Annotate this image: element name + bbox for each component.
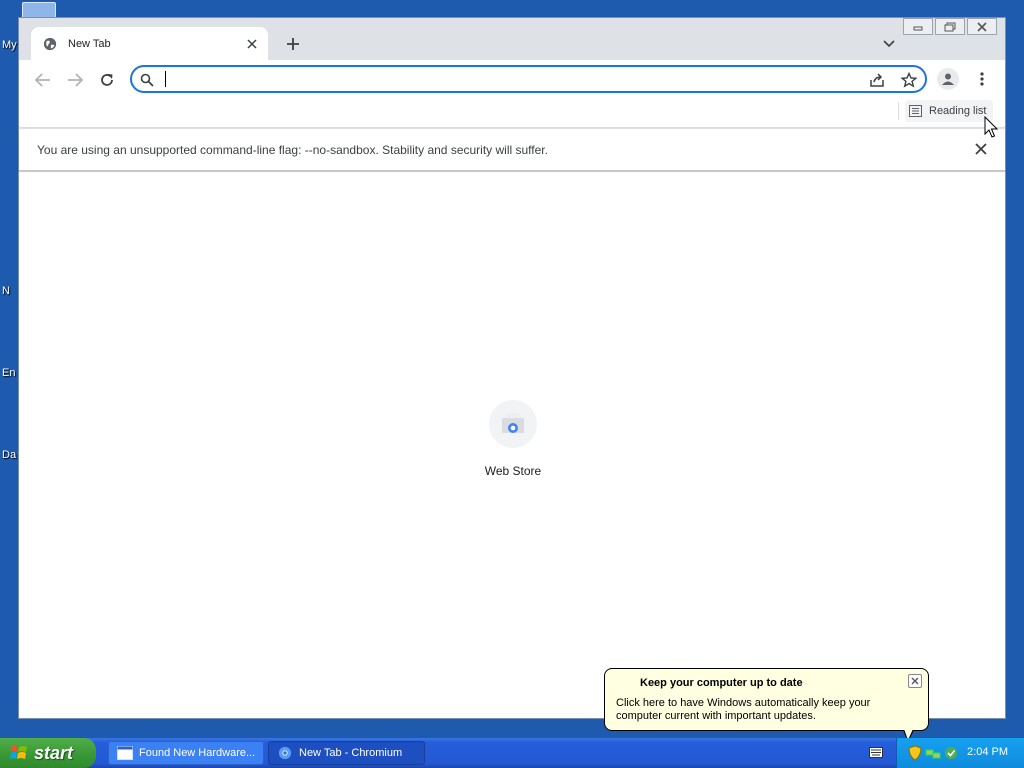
infobar: You are using an unsupported command-lin… <box>19 129 1005 171</box>
omnibox[interactable] <box>130 65 927 93</box>
toolbar <box>19 60 1005 98</box>
reload-icon <box>101 74 113 86</box>
new-tab-page: Web Store <box>19 172 1005 718</box>
chevron-down-icon <box>883 40 895 48</box>
notification-balloon[interactable]: Keep your computer up to date Click here… <box>604 668 929 731</box>
browser-window: New Tab Reading list You are using an un… <box>18 17 1006 719</box>
search-icon <box>140 73 154 87</box>
balloon-title: Keep your computer up to date <box>640 677 803 689</box>
shortcut-label: Web Store <box>484 464 542 478</box>
share-icon <box>870 73 884 87</box>
reload-button[interactable] <box>95 68 119 92</box>
tab-new-tab[interactable]: New Tab <box>31 27 268 60</box>
shortcut-web-store[interactable]: Web Store <box>469 400 557 490</box>
kebab-menu-icon <box>980 72 984 86</box>
taskbar: start Found New Hardware... New Tab - Ch… <box>0 738 1024 768</box>
web-store-icon <box>502 413 524 433</box>
start-button[interactable]: start <box>0 738 96 768</box>
desktop-icon-label[interactable]: My <box>2 39 17 51</box>
window-icon <box>117 746 133 760</box>
network-icon[interactable] <box>925 745 941 761</box>
keyboard-icon[interactable] <box>869 747 883 758</box>
balloon-close-button[interactable] <box>908 674 922 688</box>
security-shield-icon[interactable] <box>907 745 923 761</box>
reading-list-button[interactable]: Reading list <box>905 100 993 122</box>
taskbar-item-label: Found New Hardware... <box>139 747 256 759</box>
tab-close-button[interactable] <box>242 34 262 54</box>
start-label: start <box>34 742 74 763</box>
desktop-icon-label[interactable]: Da <box>2 449 16 461</box>
back-button[interactable] <box>31 68 55 92</box>
mouse-cursor-icon <box>984 116 998 138</box>
taskbar-item-chromium[interactable]: New Tab - Chromium <box>268 741 425 765</box>
chromium-icon <box>278 746 292 760</box>
plus-icon <box>287 38 299 50</box>
tab-strip: New Tab <box>19 18 1005 60</box>
infobar-message: You are using an unsupported command-lin… <box>37 143 548 157</box>
desktop-icon-label[interactable]: N <box>2 285 10 297</box>
close-icon <box>975 143 987 155</box>
text-caret <box>165 71 166 87</box>
menu-button[interactable] <box>973 68 991 90</box>
arrow-left-icon <box>35 73 50 87</box>
bookmarks-bar: Reading list <box>19 98 1005 128</box>
update-icon[interactable] <box>943 745 959 761</box>
tab-search-button[interactable] <box>879 34 899 54</box>
omnibox-input[interactable] <box>162 70 856 90</box>
desktop-icon-label[interactable]: En <box>2 367 15 379</box>
bookmark-star-button[interactable] <box>900 71 918 89</box>
system-tray: 2:04 PM <box>896 738 1024 768</box>
globe-icon <box>43 37 57 50</box>
tab-title: New Tab <box>68 37 111 50</box>
reading-list-label: Reading list <box>929 105 987 117</box>
person-icon <box>942 73 954 85</box>
new-tab-button[interactable] <box>281 32 305 56</box>
infobar-close-button[interactable] <box>973 141 989 157</box>
star-icon <box>901 72 917 88</box>
close-icon <box>911 677 919 685</box>
share-button[interactable] <box>868 71 886 89</box>
taskbar-item-found-new-hardware[interactable]: Found New Hardware... <box>108 741 264 765</box>
balloon-body: Click here to have Windows automatically… <box>616 697 871 722</box>
windows-flag-icon <box>10 746 27 759</box>
bookmarks-separator <box>898 102 899 120</box>
forward-button[interactable] <box>63 68 87 92</box>
arrow-right-icon <box>68 73 83 87</box>
shortcut-icon-tile <box>489 400 537 448</box>
profile-button[interactable] <box>937 68 959 90</box>
taskbar-item-label: New Tab - Chromium <box>299 747 403 759</box>
reading-list-icon <box>909 105 922 117</box>
close-icon <box>247 38 257 49</box>
clock[interactable]: 2:04 PM <box>967 746 1008 758</box>
